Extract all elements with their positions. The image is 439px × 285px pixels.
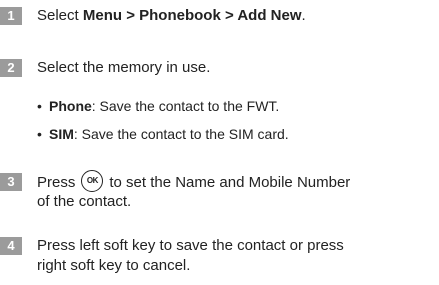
- bullet-phone: • Phone: Save the contact to the FWT.: [37, 98, 280, 114]
- bullet-dot: •: [37, 98, 42, 114]
- step-text-continued: right soft key to cancel.: [37, 257, 191, 274]
- bullet-dot: •: [37, 126, 42, 142]
- step-number: 2: [0, 59, 22, 77]
- step-text: Select the memory in use.: [37, 59, 211, 76]
- step-text: Select Menu > Phonebook > Add New.: [37, 7, 306, 24]
- step-text: Press OK to set the Name and Mobile Number: [37, 170, 350, 194]
- step-text-continued: of the contact.: [37, 193, 132, 210]
- step-number: 1: [0, 7, 22, 25]
- step-text: Press left soft key to save the contact …: [37, 237, 344, 254]
- bullet-sim: • SIM: Save the contact to the SIM card.: [37, 126, 289, 142]
- ok-key-icon: OK: [81, 170, 104, 192]
- step-number: 4: [0, 237, 22, 255]
- step-number: 3: [0, 173, 22, 191]
